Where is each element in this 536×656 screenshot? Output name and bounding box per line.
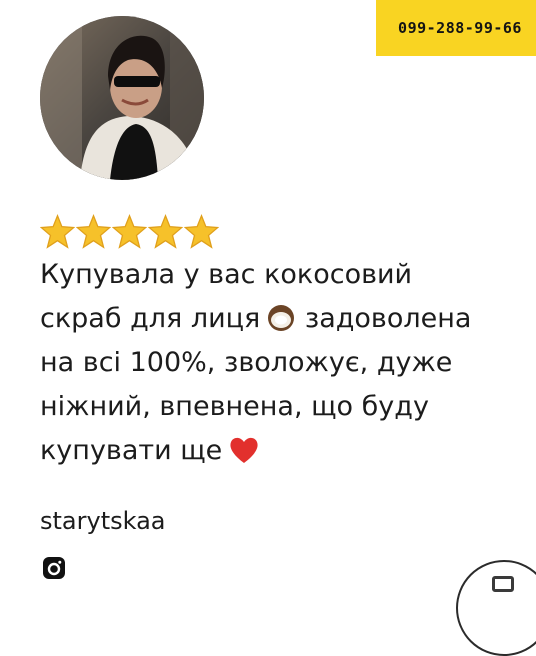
review-line: на всі 100%, зволожує, дуже [40,347,453,378]
avatar [40,16,204,180]
heart-icon [230,437,258,463]
review-line: купувати ще [40,429,515,473]
phone-number[interactable]: 099-288-99-66 [398,19,522,37]
avatar-photo [40,16,204,180]
star-icon [148,214,183,249]
author-username[interactable]: starytskaa [40,506,166,536]
star-icon [112,214,147,249]
star-icon [76,214,111,249]
review-line-part: купувати ще [40,435,223,466]
chat-button[interactable] [456,560,536,656]
star-icon [184,214,219,249]
chat-icon [492,576,514,592]
review-line: ніжний, впевнена, що буду [40,391,429,422]
rating-stars [40,214,219,249]
star-icon [40,214,75,249]
review-text: Купувала у вас кокосовий скраб для лиця … [40,253,515,473]
review-line-part: задоволена [304,303,472,334]
coconut-icon [268,305,295,331]
review-line: скраб для лиця задоволена [40,297,515,341]
review-line: Купувала у вас кокосовий [40,259,413,290]
review-line-part: скраб для лиця [40,303,261,334]
instagram-icon[interactable] [42,556,66,580]
phone-banner[interactable]: 099-288-99-66 [376,0,536,56]
